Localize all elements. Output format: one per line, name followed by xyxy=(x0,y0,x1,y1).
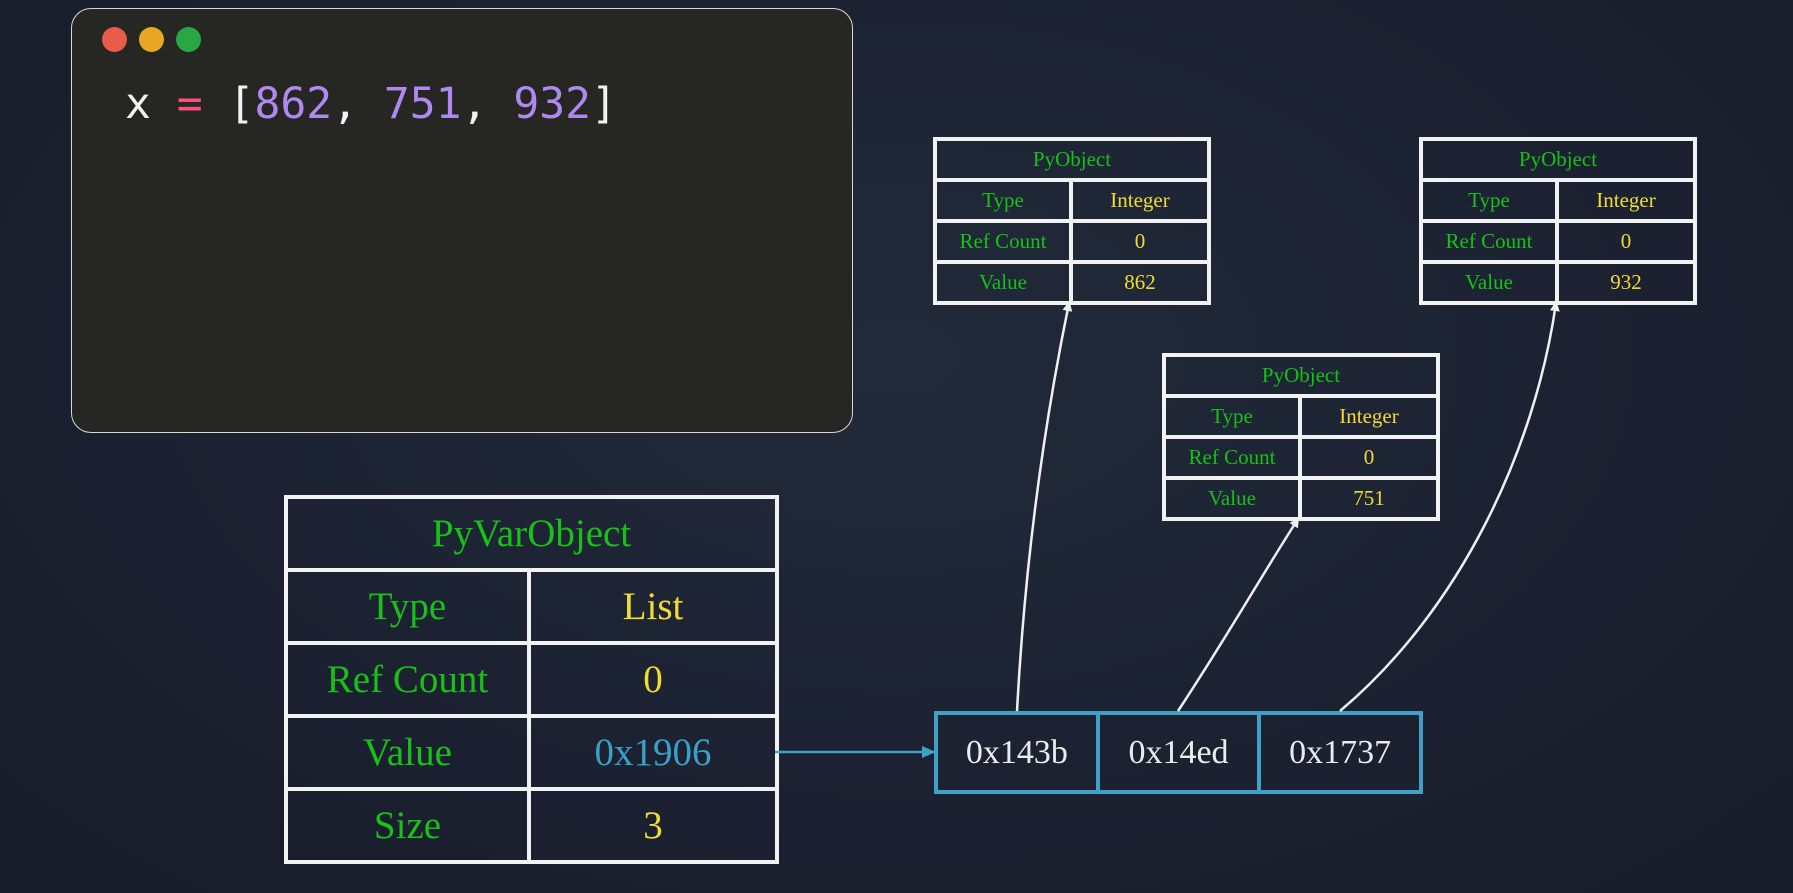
pointer-arrow xyxy=(1339,301,1560,712)
pointer-arrow xyxy=(1176,517,1300,712)
pointer-arrow xyxy=(1015,301,1073,712)
arrows-layer xyxy=(775,301,1560,758)
